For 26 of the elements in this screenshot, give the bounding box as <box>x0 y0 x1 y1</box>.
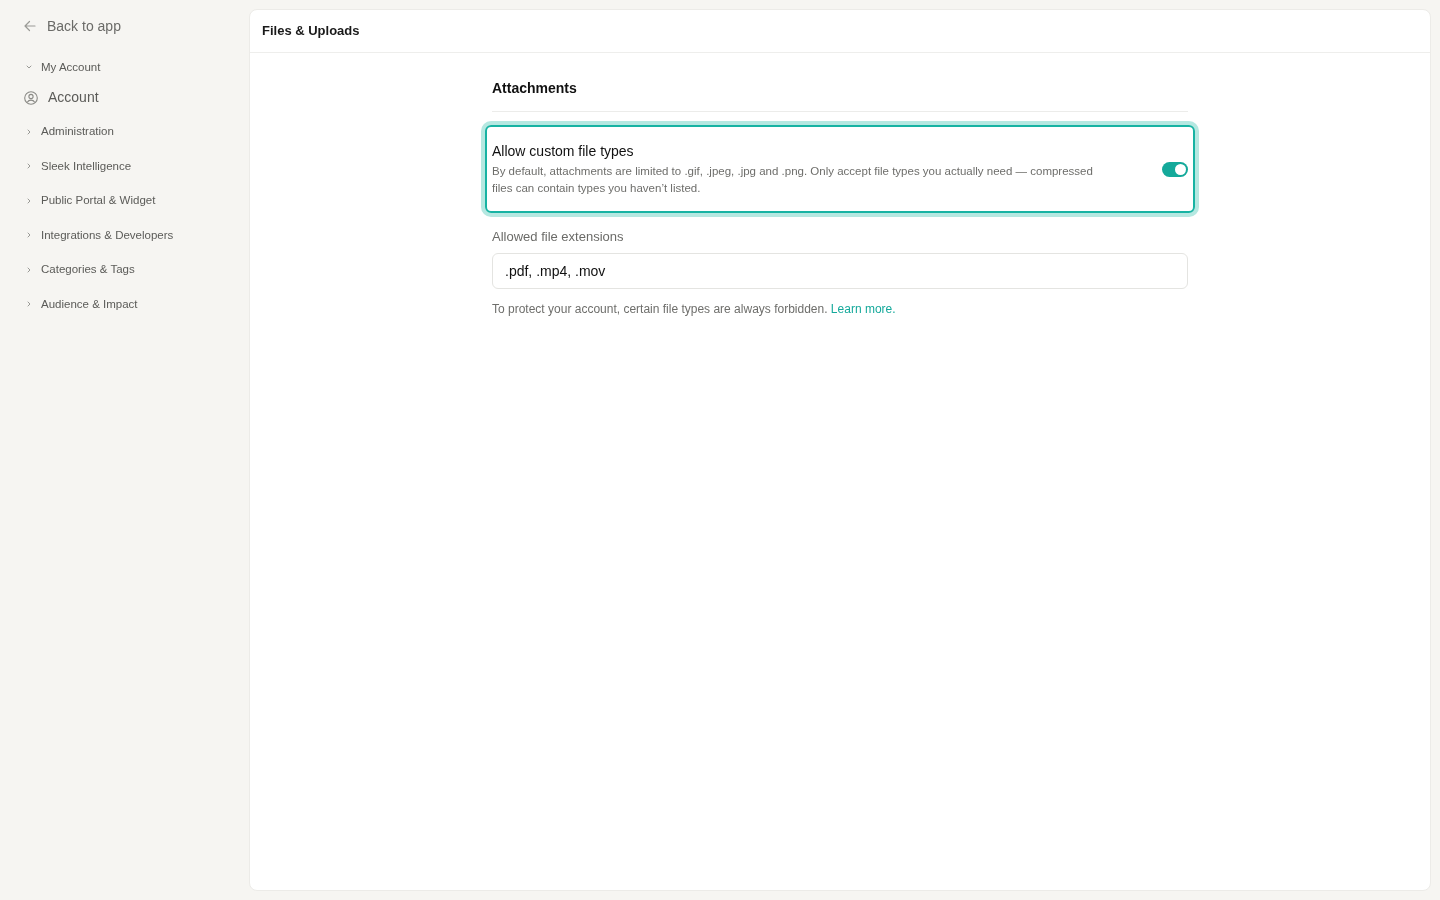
sidebar-group[interactable]: Administration <box>24 114 114 149</box>
setting-title: Allow custom file types <box>492 142 635 161</box>
chevron-right-icon <box>26 163 32 170</box>
chevron-right-icon <box>26 232 32 239</box>
sidebar-item[interactable]: Account <box>24 84 99 111</box>
sidebar-group[interactable]: Sleek Intelligence <box>24 149 132 184</box>
setting-description: By default, attachments are limited to .gif, .jpeg, .jpg and .png. Only accept file types you actually need — compressed files can contain types you haven’t listed. <box>492 164 1094 196</box>
chevron-right-icon <box>26 128 32 135</box>
user-circle-icon <box>24 90 38 105</box>
sidebar-group[interactable]: Categories & Tags <box>24 252 135 287</box>
chevron-right-icon <box>26 301 32 308</box>
sidebar-group[interactable]: Audience & Impact <box>24 287 138 322</box>
extensions-input[interactable]: .pdf, .mp4, .mov <box>492 253 1188 289</box>
sidebar-group[interactable]: Integrations & Developers <box>24 218 174 253</box>
page-title: Files & Uploads <box>262 22 360 41</box>
toggle-switch[interactable] <box>1162 161 1188 177</box>
chevron-right-icon <box>26 266 32 273</box>
sidebar-group[interactable]: Public Portal & Widget <box>24 183 156 218</box>
back-arrow-icon <box>24 20 36 32</box>
help-text: To protect your account, certain file types are always forbidden. Learn more. <box>492 301 897 318</box>
section-title: Attachments <box>492 79 578 98</box>
back-link[interactable]: Back to app <box>24 17 121 35</box>
field-label: Allowed file extensions <box>492 228 625 246</box>
chevron-right-icon <box>26 197 32 204</box>
sidebar-group[interactable]: My Account <box>24 50 101 85</box>
chevron-down-icon <box>26 64 32 71</box>
